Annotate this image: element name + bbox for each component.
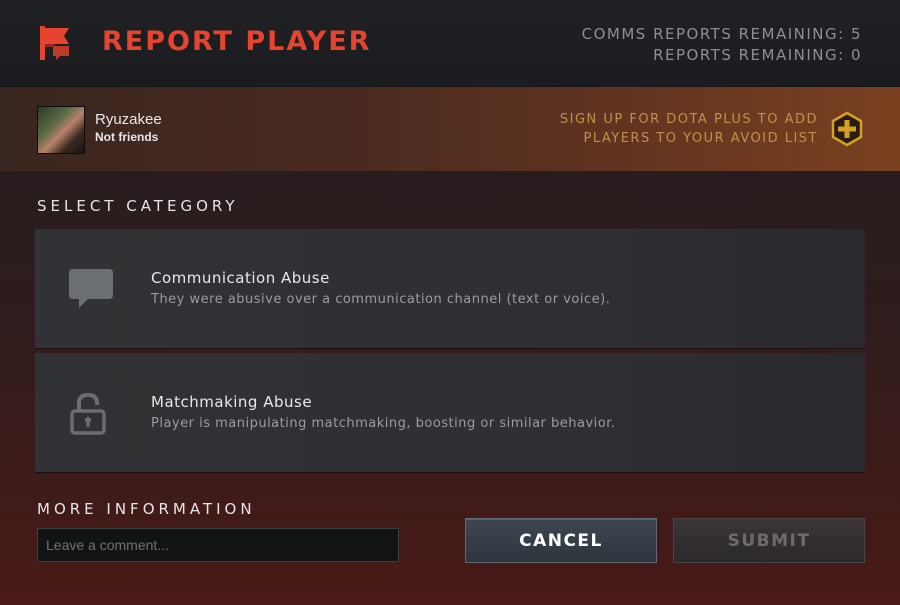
- dota-plus-icon[interactable]: [830, 111, 864, 147]
- more-information-label: MORE INFORMATION: [37, 500, 256, 518]
- friend-status: Not friends: [95, 130, 159, 144]
- report-flag-icon: [40, 26, 69, 60]
- padlock-icon: [70, 392, 106, 435]
- category-description: They were abusive over a communication c…: [151, 292, 611, 307]
- avatar: [37, 106, 85, 154]
- comment-input[interactable]: [37, 528, 399, 562]
- select-category-label: SELECT CATEGORY: [37, 197, 239, 215]
- submit-button[interactable]: SUBMIT: [673, 518, 865, 563]
- promo-line-2: PLAYERS TO YOUR AVOID LIST: [583, 131, 818, 146]
- reports-remaining-count: REPORTS REMAINING: 0: [653, 46, 862, 64]
- category-title: Matchmaking Abuse: [151, 393, 313, 411]
- promo-line-1: SIGN UP FOR DOTA PLUS TO ADD: [559, 112, 818, 127]
- category-title: Communication Abuse: [151, 269, 330, 287]
- category-description: Player is manipulating matchmaking, boos…: [151, 416, 616, 431]
- speech-bubble-icon: [69, 269, 113, 308]
- comms-reports-remaining: COMMS REPORTS REMAINING: 5: [581, 25, 862, 43]
- player-name: Ryuzakee: [95, 111, 162, 128]
- report-player-dialog: REPORT PLAYER COMMS REPORTS REMAINING: 5…: [0, 0, 900, 605]
- category-communication-abuse[interactable]: Communication Abuse They were abusive ov…: [35, 229, 865, 348]
- dota-plus-promo[interactable]: SIGN UP FOR DOTA PLUS TO ADD PLAYERS TO …: [560, 110, 818, 148]
- category-matchmaking-abuse[interactable]: Matchmaking Abuse Player is manipulating…: [35, 353, 865, 472]
- reports-remaining: COMMS REPORTS REMAINING: 5 REPORTS REMAI…: [582, 24, 862, 66]
- cancel-button[interactable]: CANCEL: [465, 518, 657, 563]
- page-title: REPORT PLAYER: [102, 26, 372, 57]
- dialog-header: REPORT PLAYER COMMS REPORTS REMAINING: 5…: [0, 0, 900, 87]
